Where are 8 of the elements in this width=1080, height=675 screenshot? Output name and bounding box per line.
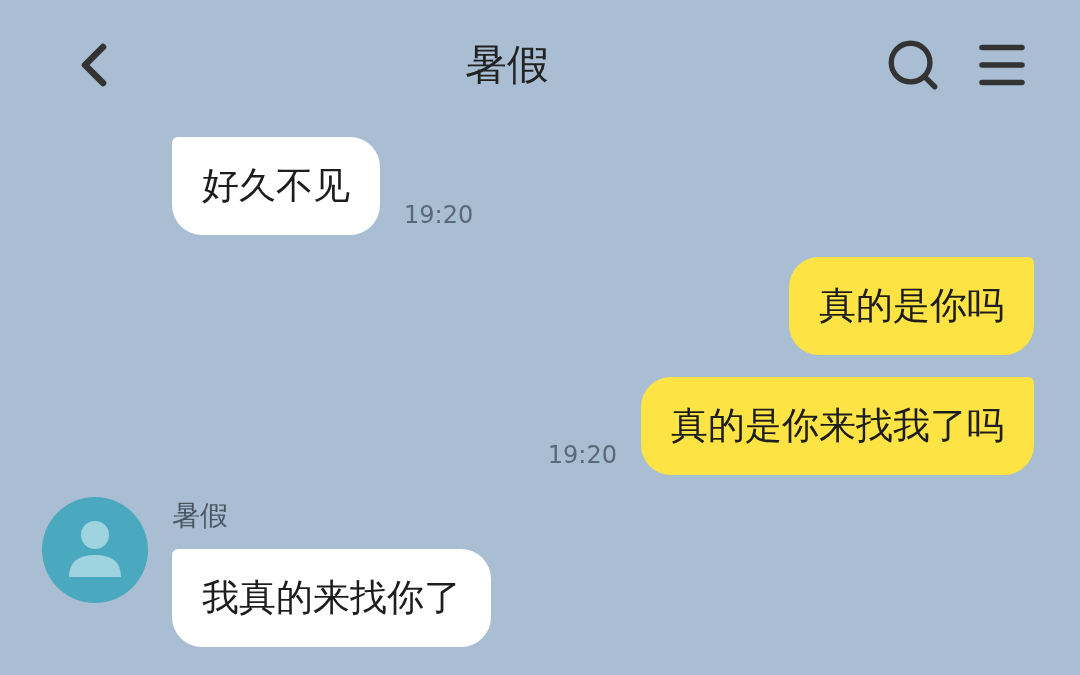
message-bubble: 我真的来找你了 bbox=[172, 549, 491, 647]
message-time: 19:20 bbox=[547, 441, 617, 471]
chat-title: 暑假 bbox=[465, 39, 549, 91]
message-bubble: 好久不见 bbox=[172, 137, 380, 235]
message-time: 19:20 bbox=[404, 201, 474, 231]
message-bubble: 真的是你吗 bbox=[789, 257, 1034, 355]
message-bubble: 真的是你来找我了吗 bbox=[641, 377, 1034, 475]
sender-name: 暑假 bbox=[172, 498, 228, 534]
